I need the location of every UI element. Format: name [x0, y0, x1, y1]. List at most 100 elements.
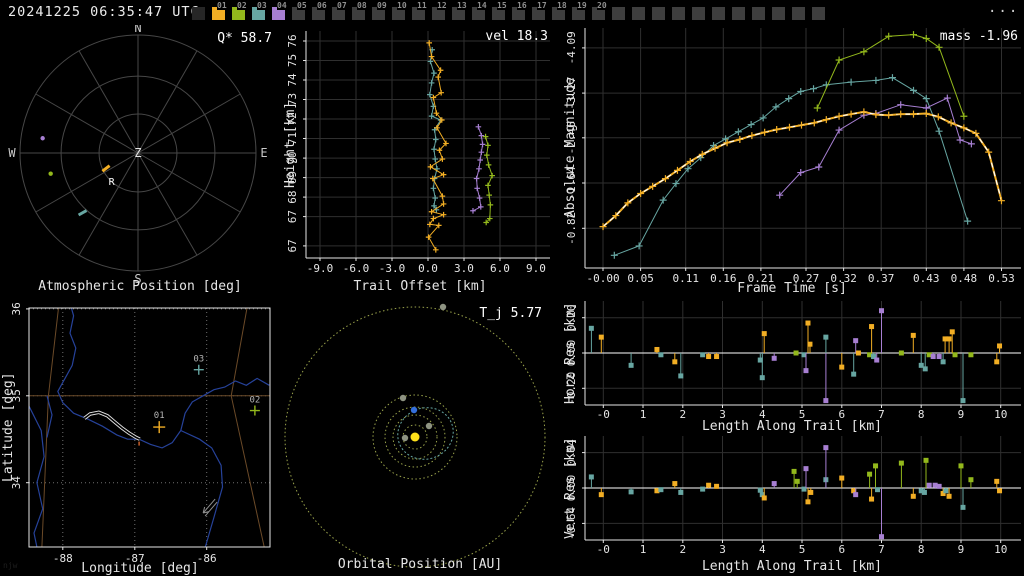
velocity-value: vel 18.3: [485, 29, 548, 44]
track-chip-16[interactable]: 16: [512, 1, 527, 20]
track-chip-09[interactable]: 09: [372, 1, 387, 20]
track-chip-label: 09: [377, 1, 387, 10]
track-chip-unlabeled[interactable]: [792, 7, 805, 20]
trail-offset-axis-label: Trail Offset [km]: [353, 279, 487, 294]
sun: [410, 432, 420, 442]
track-chip-label: 01: [217, 1, 227, 10]
vert-length-axis-label: Length Along Trail [km]: [701, 559, 882, 574]
track-chip-04[interactable]: 04: [272, 1, 287, 20]
orbital-position-title: Orbital Position [AU]: [337, 557, 503, 572]
map-marker-02: [249, 405, 260, 416]
track-chip-01[interactable]: 01: [212, 1, 227, 20]
svg-text:2: 2: [679, 543, 686, 556]
track-chip-12[interactable]: 12: [432, 1, 447, 20]
svg-text:6: 6: [838, 543, 845, 556]
track-chip-19[interactable]: 19: [572, 1, 587, 20]
svg-text:5: 5: [799, 543, 806, 556]
planet-mercury: [401, 434, 409, 442]
magnitude-axis-label: Absolute Magnitude: [563, 77, 578, 219]
track-chip-07[interactable]: 07: [332, 1, 347, 20]
track-chip-unlabeled[interactable]: [732, 7, 745, 20]
track-chip-label: 15: [497, 1, 507, 10]
track-chip-11[interactable]: 11: [412, 1, 427, 20]
mass-value: mass -1.96: [939, 29, 1018, 44]
track-chip-05[interactable]: 05: [292, 1, 307, 20]
track-chip-label: 18: [557, 1, 567, 10]
svg-text:8: 8: [918, 543, 925, 556]
track-chip-18[interactable]: 18: [552, 1, 567, 20]
track-chip-unlabeled[interactable]: [712, 7, 725, 20]
track-chip-10[interactable]: 10: [392, 1, 407, 20]
track-chip-label: 19: [577, 1, 587, 10]
svg-text:9: 9: [958, 543, 965, 556]
svg-text:1: 1: [640, 543, 647, 556]
panel-trail-offset: -9.0 -6.0 -3.0 0.0 3.0 6.0 9.0 76 75 74 73 72 71 70 69…: [280, 25, 560, 297]
horz-res-axis-label: Horz Res [km]: [563, 302, 578, 404]
tisserand-value: T_j 5.77: [479, 306, 542, 321]
track-chip-label: 07: [337, 1, 347, 10]
track-chip-03[interactable]: 03: [252, 1, 267, 20]
track-chip-13[interactable]: 13: [452, 1, 467, 20]
track-chip-label: 06: [317, 1, 327, 10]
track-chip-14[interactable]: 14: [472, 1, 487, 20]
svg-text:6.0: 6.0: [490, 262, 510, 275]
svg-text:03: 03: [193, 355, 204, 365]
track-chip-empty[interactable]: [192, 7, 205, 20]
svg-text:Z: Z: [134, 146, 141, 160]
svg-text:W: W: [8, 146, 16, 160]
latitude-axis-label: Latitude [deg]: [1, 372, 16, 483]
track-chip-unlabeled[interactable]: [652, 7, 665, 20]
panel-vert-residuals: -0 1 2 3 4 5 6 7 8 9 10 0.64 0.00 -0.64 Vert Res [km]…: [560, 436, 1024, 576]
meteoroid-orbit: [397, 407, 454, 460]
svg-text:0.0: 0.0: [418, 262, 438, 275]
track-chip-06[interactable]: 06: [312, 1, 327, 20]
track-chip-label: 04: [277, 1, 287, 10]
overflow-ellipsis[interactable]: ...: [988, 0, 1019, 16]
track-chip-unlabeled[interactable]: [692, 7, 705, 20]
q-star-value: Q* 58.7: [217, 31, 272, 46]
atmospheric-position-title: Atmospheric Position [deg]: [38, 279, 242, 294]
svg-text:-3.0: -3.0: [379, 262, 406, 275]
track-chip-label: 13: [457, 1, 467, 10]
track-chip-label: 08: [357, 1, 367, 10]
map-marker-03: [193, 364, 204, 375]
svg-text:9.0: 9.0: [526, 262, 546, 275]
map-features: [29, 308, 270, 547]
vert-res-axis-label: Vert Res [km]: [563, 437, 578, 539]
track-chip-label: 12: [437, 1, 447, 10]
atmospheric-position-plot: NSEW ZR: [8, 25, 267, 286]
svg-text:R: R: [109, 177, 116, 188]
track-chip-label: 16: [517, 1, 527, 10]
track-chip-unlabeled[interactable]: [752, 7, 765, 20]
longitude-axis-label: Longitude [deg]: [81, 561, 199, 576]
track-chip-label: 10: [397, 1, 407, 10]
track-chip-label: 14: [477, 1, 487, 10]
planet-earth: [410, 406, 418, 414]
light-curve-plot: -0.00 0.05 0.11 0.16 0.21 0.27 0.32 0.37 0.43 0.4…: [565, 28, 1021, 285]
track-chip-17[interactable]: 17: [532, 1, 547, 20]
track-chip-label: 02: [237, 1, 247, 10]
track-chip-unlabeled[interactable]: [632, 7, 645, 20]
panel-horz-residuals: -0 1 2 3 4 5 6 7 8 9 10 0.20 0.00 -0.20 Horz Res [km]…: [560, 297, 1024, 436]
track-chip-unlabeled[interactable]: [612, 7, 625, 20]
planet-mars: [399, 394, 407, 402]
height-axis-label: Height [km]: [283, 101, 298, 189]
svg-text:3: 3: [719, 543, 726, 556]
track-chip-20[interactable]: 20: [592, 1, 607, 20]
watermark: njw: [3, 561, 18, 570]
track-chip-label: 20: [597, 1, 607, 10]
svg-text:3.0: 3.0: [454, 262, 474, 275]
vert-residuals-plot: -0 1 2 3 4 5 6 7 8 9 100.640.00-0.64: [565, 436, 1021, 556]
planet-venus: [425, 422, 433, 430]
track-chip-unlabeled[interactable]: [812, 7, 825, 20]
track-chip-08[interactable]: 08: [352, 1, 367, 20]
track-chip-02[interactable]: 02: [232, 1, 247, 20]
track-chip-label: 11: [417, 1, 427, 10]
svg-text:-0: -0: [597, 543, 610, 556]
svg-text:4: 4: [759, 543, 766, 556]
track-chip-15[interactable]: 15: [492, 1, 507, 20]
track-chip-unlabeled[interactable]: [672, 7, 685, 20]
svg-text:7: 7: [878, 543, 885, 556]
track-chip-unlabeled[interactable]: [772, 7, 785, 20]
horz-length-axis-label: Length Along Trail [km]: [701, 419, 882, 434]
